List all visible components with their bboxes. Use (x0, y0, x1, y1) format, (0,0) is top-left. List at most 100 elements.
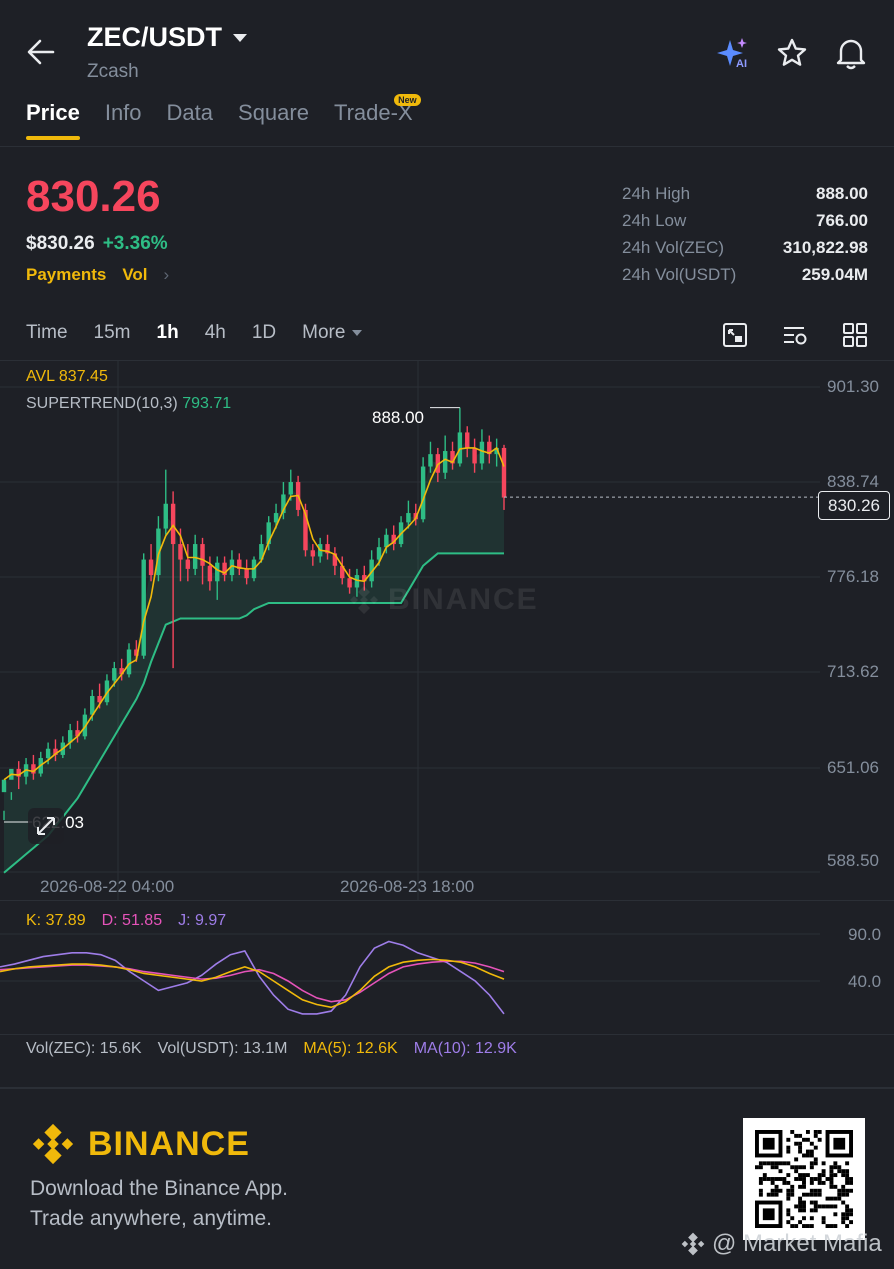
tf-15m[interactable]: 15m (94, 322, 131, 344)
timeframe-bar: Time 15m 1h 4h 1D More (26, 322, 363, 344)
qr-module (825, 1196, 830, 1201)
qr-module (805, 1137, 810, 1142)
expand-arrows-icon (37, 817, 55, 835)
qr-module (829, 1184, 834, 1189)
bell-alert-icon[interactable] (835, 36, 867, 70)
stats-panel: 24h High 888.00 24h Low 766.00 24h Vol(ZEC… (622, 180, 868, 288)
qr-module (809, 1180, 814, 1185)
tab-price[interactable]: Price (26, 100, 80, 140)
qr-module (778, 1161, 783, 1166)
qr-module (782, 1180, 787, 1185)
caret-down-icon (233, 33, 247, 42)
chart-fullscreen-icon[interactable] (722, 322, 748, 348)
qr-module (798, 1196, 803, 1201)
stat-value: 888.00 (816, 183, 868, 203)
qr-module (841, 1200, 846, 1205)
qr-module (849, 1212, 853, 1217)
qr-module (845, 1173, 850, 1178)
candle-body (163, 503, 168, 529)
qr-module (845, 1212, 850, 1217)
qr-module (841, 1188, 846, 1193)
qr-module (809, 1149, 814, 1154)
tf-4h[interactable]: 4h (205, 322, 226, 344)
tf-time[interactable]: Time (26, 322, 68, 344)
qr-module (817, 1188, 822, 1193)
qr-module (821, 1161, 826, 1166)
expand-chart-button[interactable] (28, 808, 64, 844)
vol-link[interactable]: Vol (122, 265, 147, 285)
grid-layout-icon[interactable] (842, 322, 868, 348)
binance-brand: BINANCE (30, 1121, 250, 1167)
tf-more[interactable]: More (302, 322, 363, 344)
qr-module (786, 1212, 791, 1217)
qr-module (790, 1165, 795, 1170)
tab-data[interactable]: Data (167, 100, 213, 140)
candle-body (428, 454, 433, 467)
qr-module (833, 1196, 838, 1201)
qr-module (809, 1192, 814, 1197)
qr-module (813, 1157, 818, 1162)
price-usd: $830.26 (26, 233, 95, 254)
back-arrow-icon[interactable] (26, 38, 56, 66)
qr-module (821, 1216, 826, 1221)
candle-body (200, 544, 205, 566)
candlestick-chart[interactable] (0, 361, 894, 901)
candle-body (273, 513, 279, 523)
qr-module (802, 1192, 806, 1197)
qr-module (813, 1200, 818, 1205)
qr-module (786, 1192, 791, 1197)
candle-body (185, 559, 191, 569)
qr-module (805, 1173, 810, 1178)
qr-module (845, 1224, 850, 1228)
qr-module (833, 1212, 838, 1217)
qr-module (837, 1196, 842, 1201)
qr-module (786, 1173, 791, 1178)
qr-module (829, 1177, 834, 1181)
candle-body (148, 559, 154, 576)
candle-body (420, 466, 426, 520)
qr-module (813, 1133, 818, 1138)
qr-module (845, 1180, 850, 1185)
qr-module (833, 1173, 838, 1178)
qr-module (845, 1208, 850, 1213)
footer-line-2: Trade anywhere, anytime. (30, 1207, 273, 1230)
qr-module (794, 1165, 799, 1170)
binance-logo-icon (32, 1123, 74, 1165)
stat-row: 24h High 888.00 (622, 180, 868, 207)
kdj-k-line (0, 958, 505, 1009)
qr-module (845, 1204, 850, 1209)
qr-module (805, 1130, 810, 1134)
tab-square[interactable]: Square (238, 100, 309, 140)
avl-label: AVL 837.45 (26, 368, 108, 385)
payments-link[interactable]: Payments (26, 265, 106, 285)
svg-text:AI: AI (736, 58, 747, 70)
qr-module (817, 1130, 822, 1134)
qr-module (802, 1204, 806, 1209)
star-favorite-icon[interactable] (776, 37, 808, 69)
qr-module (802, 1180, 806, 1185)
qr-module (837, 1169, 842, 1174)
qr-module (817, 1192, 822, 1197)
qr-module (786, 1196, 791, 1201)
pair-selector[interactable]: ZEC/USDT (87, 22, 248, 53)
tab-trade-x[interactable]: Trade-X New (334, 94, 421, 140)
qr-module (770, 1192, 775, 1197)
qr-module (833, 1224, 838, 1228)
qr-module (762, 1173, 767, 1178)
tf-1d[interactable]: 1D (252, 322, 276, 344)
qr-module (845, 1216, 850, 1221)
qr-module (817, 1137, 822, 1142)
vol-zec: Vol(ZEC): 15.6K (26, 1040, 142, 1057)
tf-1h[interactable]: 1h (157, 322, 179, 344)
qr-module (786, 1220, 791, 1225)
qr-module (790, 1130, 795, 1134)
qr-module (845, 1192, 850, 1197)
tab-info[interactable]: Info (105, 100, 142, 140)
indicator-settings-icon[interactable] (782, 322, 808, 348)
ai-sparkle-icon[interactable]: AI (716, 36, 752, 70)
coin-name: Zcash (87, 61, 139, 82)
qr-module (821, 1173, 826, 1178)
qr-finder-core (833, 1137, 846, 1150)
stat-value: 310,822.98 (782, 237, 868, 257)
qr-module (809, 1224, 814, 1228)
